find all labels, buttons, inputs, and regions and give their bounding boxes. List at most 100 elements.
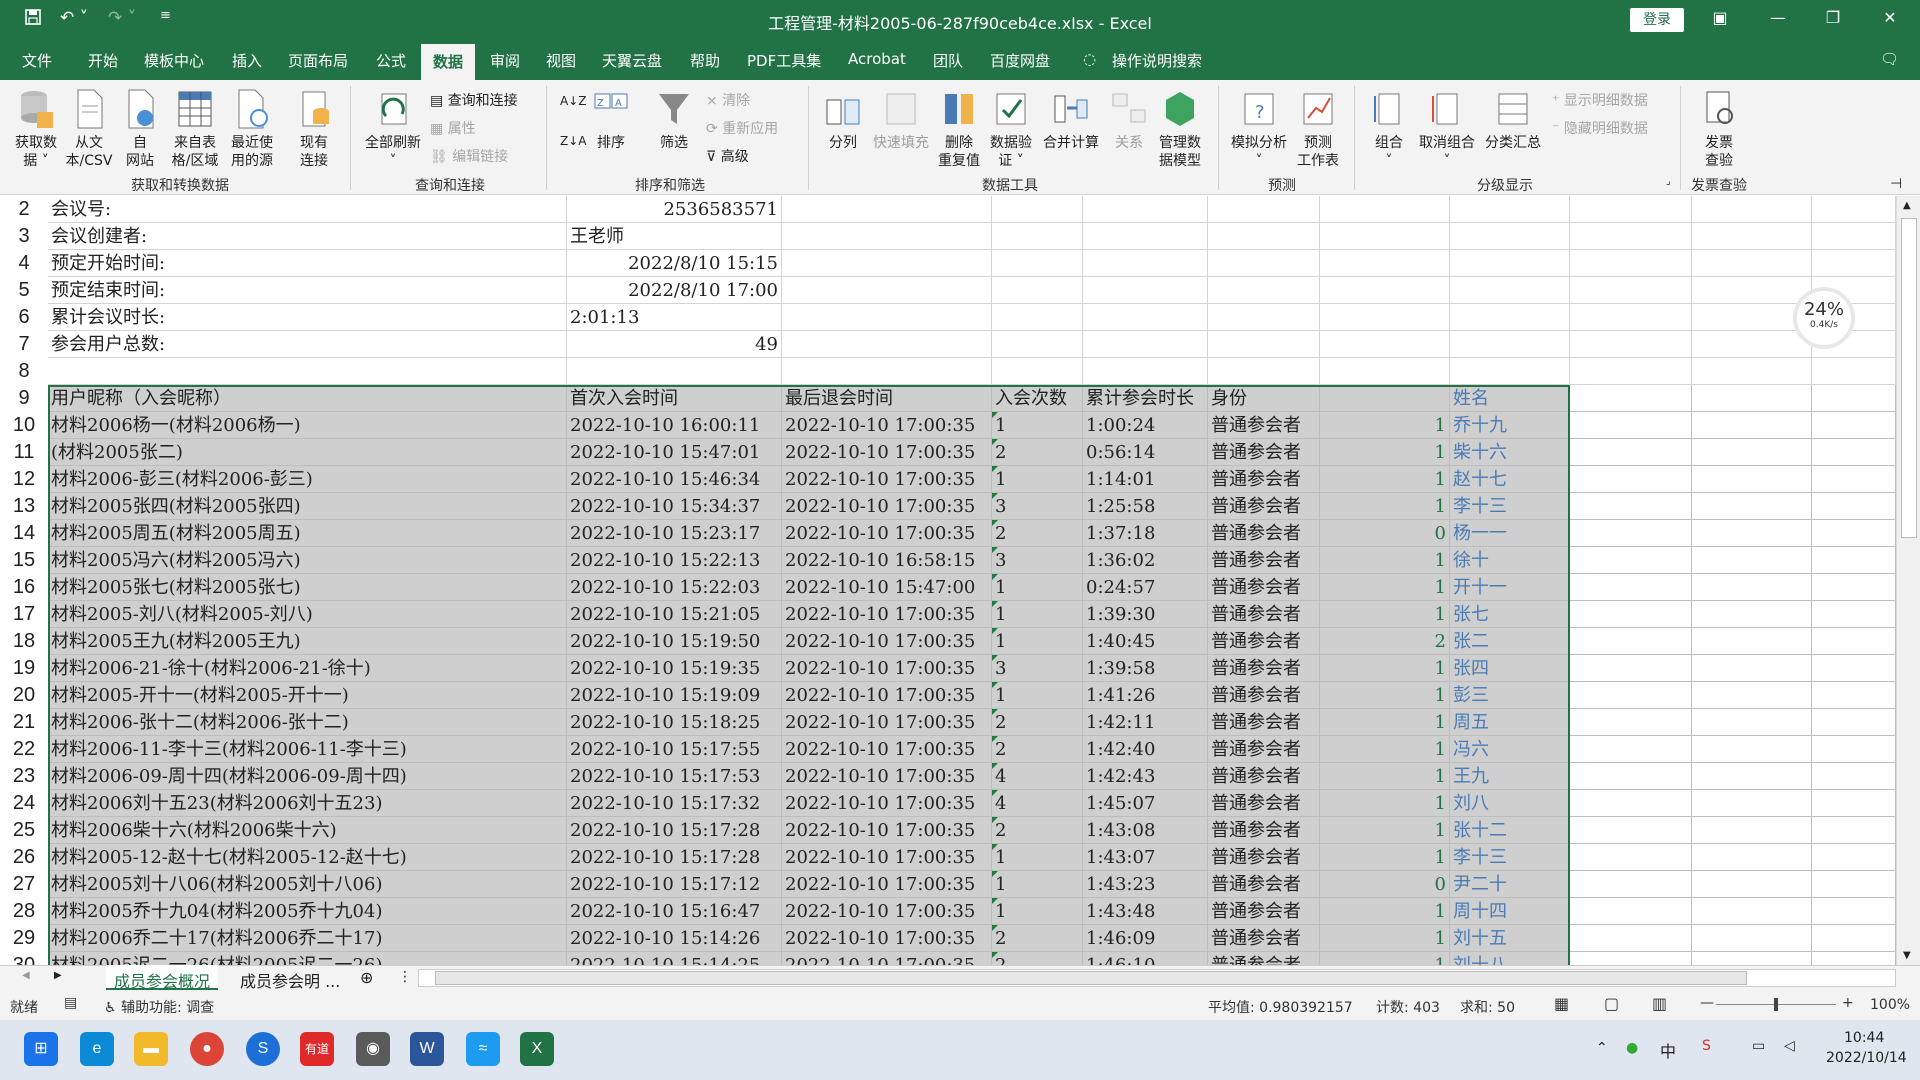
data-cell[interactable]: 1:41:26 [1083, 682, 1208, 709]
data-cell[interactable]: 2022-10-10 15:47:01 [567, 439, 782, 466]
empty-cell[interactable] [1570, 655, 1692, 682]
vertical-scrollbar[interactable]: ▲ ▼ [1896, 196, 1920, 965]
zoom-in-icon[interactable]: + [1842, 995, 1854, 1011]
data-cell[interactable]: 普通参会者 [1208, 466, 1320, 493]
empty-cell[interactable] [782, 331, 992, 358]
empty-cell[interactable] [1812, 601, 1896, 628]
chrome-icon[interactable]: ● [190, 1032, 224, 1066]
empty-cell[interactable] [1812, 709, 1896, 736]
info-value-cell[interactable]: 2022/8/10 17:00 [567, 277, 782, 304]
empty-cell[interactable] [1692, 358, 1812, 385]
tab-split-handle[interactable]: ⋮ [398, 969, 412, 985]
data-cell[interactable]: 普通参会者 [1208, 574, 1320, 601]
empty-cell[interactable] [1812, 547, 1896, 574]
empty-cell[interactable] [1570, 385, 1692, 412]
data-cell[interactable]: 普通参会者 [1208, 844, 1320, 871]
show-detail-button[interactable]: ⁺ 显示明细数据 [1552, 90, 1648, 110]
empty-cell[interactable] [1570, 196, 1692, 223]
sheet-tab-active[interactable]: 成员参会概况 [106, 965, 219, 991]
data-cell[interactable]: 1 [1320, 952, 1450, 965]
comments-icon[interactable]: 🗨 [1880, 50, 1899, 68]
data-cell[interactable]: 张二 [1450, 628, 1570, 655]
empty-cell[interactable] [1692, 925, 1812, 952]
row-header[interactable]: 14 [0, 520, 48, 547]
data-cell[interactable]: 1 [992, 601, 1083, 628]
empty-cell[interactable] [1812, 196, 1896, 223]
data-cell[interactable]: 2022-10-10 17:00:35 [782, 601, 992, 628]
column-header-cell[interactable]: 最后退会时间 [782, 385, 992, 412]
empty-cell[interactable] [1450, 250, 1570, 277]
data-cell[interactable]: 材料2005张四(材料2005张四) [48, 493, 567, 520]
minimize-icon[interactable]: — [1758, 8, 1798, 27]
row-header[interactable]: 21 [0, 709, 48, 736]
empty-cell[interactable] [782, 358, 992, 385]
data-cell[interactable]: 1:43:48 [1083, 898, 1208, 925]
data-cell[interactable]: 刘八 [1450, 790, 1570, 817]
data-cell[interactable]: 普通参会者 [1208, 871, 1320, 898]
empty-cell[interactable] [1208, 331, 1320, 358]
data-cell[interactable]: 普通参会者 [1208, 709, 1320, 736]
data-cell[interactable]: 1 [1320, 763, 1450, 790]
get-data-button[interactable]: 获取数 据 ˅ [8, 88, 64, 170]
empty-cell[interactable] [1320, 304, 1450, 331]
data-cell[interactable]: 普通参会者 [1208, 736, 1320, 763]
data-cell[interactable]: 1 [1320, 790, 1450, 817]
data-cell[interactable]: 1:43:08 [1083, 817, 1208, 844]
data-cell[interactable]: 2022-10-10 17:00:35 [782, 466, 992, 493]
empty-cell[interactable] [1692, 223, 1812, 250]
empty-cell[interactable] [1692, 952, 1812, 965]
data-cell[interactable]: 普通参会者 [1208, 547, 1320, 574]
empty-cell[interactable] [1570, 871, 1692, 898]
data-cell[interactable]: 3 [992, 547, 1083, 574]
empty-cell[interactable] [1570, 709, 1692, 736]
data-cell[interactable]: 材料2005王九(材料2005王九) [48, 628, 567, 655]
horizontal-scroll-thumb[interactable] [435, 971, 1747, 985]
row-header[interactable]: 19 [0, 655, 48, 682]
data-cell[interactable]: 开十一 [1450, 574, 1570, 601]
empty-cell[interactable] [1570, 898, 1692, 925]
data-cell[interactable]: 1 [1320, 547, 1450, 574]
empty-cell[interactable] [1450, 277, 1570, 304]
empty-cell[interactable] [1692, 844, 1812, 871]
tab-review[interactable]: 审阅 [490, 50, 520, 71]
empty-cell[interactable] [782, 304, 992, 331]
data-cell[interactable]: 徐十 [1450, 547, 1570, 574]
tab-team[interactable]: 团队 [933, 50, 963, 71]
data-cell[interactable]: 普通参会者 [1208, 628, 1320, 655]
tell-me-search[interactable]: 操作说明搜索 [1112, 50, 1202, 71]
column-header-cell[interactable]: 姓名 [1450, 385, 1570, 412]
tab-pdf-tools[interactable]: PDF工具集 [747, 50, 821, 71]
empty-cell[interactable] [1083, 223, 1208, 250]
empty-cell[interactable] [782, 277, 992, 304]
zoom-out-icon[interactable]: — [1700, 995, 1714, 1011]
row-header[interactable]: 15 [0, 547, 48, 574]
volume-icon[interactable]: ◁ [1784, 1038, 1795, 1054]
column-header-cell[interactable]: 身份 [1208, 385, 1320, 412]
data-cell[interactable]: 1:45:07 [1083, 790, 1208, 817]
empty-cell[interactable] [1450, 304, 1570, 331]
empty-cell[interactable] [1692, 277, 1812, 304]
data-cell[interactable]: 2 [992, 520, 1083, 547]
consolidate-button[interactable]: 合并计算 [1036, 88, 1106, 152]
row-header[interactable]: 16 [0, 574, 48, 601]
data-cell[interactable]: 1:46:10 [1083, 952, 1208, 965]
from-web-button[interactable]: 自 网站 [118, 88, 162, 170]
data-cell[interactable]: 1:14:01 [1083, 466, 1208, 493]
clock-time[interactable]: 10:44 [1844, 1030, 1884, 1046]
data-cell[interactable]: 普通参会者 [1208, 655, 1320, 682]
data-cell[interactable]: 1:43:23 [1083, 871, 1208, 898]
data-cell[interactable]: 1:42:11 [1083, 709, 1208, 736]
ime-indicator[interactable]: 中 [1660, 1038, 1676, 1062]
empty-cell[interactable] [1692, 331, 1812, 358]
page-layout-view-icon[interactable]: ▢ [1604, 994, 1619, 1013]
filter-button[interactable]: 筛选 [652, 88, 696, 152]
empty-cell[interactable] [1083, 304, 1208, 331]
data-cell[interactable]: 乔十九 [1450, 412, 1570, 439]
empty-cell[interactable] [1450, 358, 1570, 385]
empty-cell[interactable] [1083, 250, 1208, 277]
row-header[interactable]: 12 [0, 466, 48, 493]
empty-cell[interactable] [1570, 790, 1692, 817]
row-header[interactable]: 30 [0, 952, 48, 965]
empty-cell[interactable] [992, 358, 1083, 385]
edit-links-button[interactable]: ⛓ 编辑链接 [430, 146, 508, 166]
